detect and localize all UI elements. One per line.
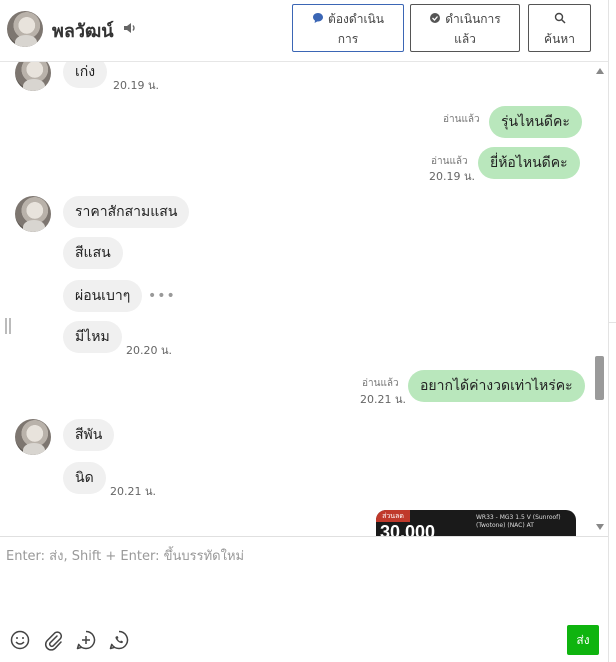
send-button[interactable]: ส่ง <box>567 625 599 655</box>
pending-line1: ต้องดำเนิน <box>328 12 384 26</box>
incoming-message[interactable]: ราคาสักสามแสน <box>63 196 190 228</box>
add-chat-icon[interactable] <box>75 629 97 651</box>
message-list[interactable]: เก่ง 20.19 น. อ่านแล้ว รุ่นไหนดีคะ อ่านแ… <box>0 62 608 536</box>
pending-action-button[interactable]: ต้องดำเนิน การ <box>292 4 404 52</box>
incoming-message[interactable]: นิด <box>63 462 106 494</box>
message-time: 20.19 น. <box>429 170 476 183</box>
contact-name[interactable]: พลวัฒน์ <box>52 16 114 45</box>
message-time: 20.20 น. <box>126 344 173 357</box>
done-line2: แล้ว <box>454 32 476 46</box>
chat-bubble-icon <box>313 13 324 23</box>
resize-handle[interactable] <box>5 318 11 334</box>
panel-divider-tick <box>608 322 616 323</box>
chat-scrollbar[interactable] <box>592 62 608 536</box>
pending-line2: การ <box>337 32 359 46</box>
sender-avatar[interactable] <box>15 196 51 232</box>
sender-avatar[interactable] <box>15 62 51 91</box>
speaker-icon[interactable] <box>122 20 138 36</box>
outgoing-message[interactable]: อยากได้ค่างวดเท่าไหร่คะ <box>408 370 585 402</box>
message-time: 20.19 น. <box>113 79 160 92</box>
chat-header: พลวัฒน์ ต้องดำเนิน การ ดำเนินการ แล้ว ค้… <box>0 0 608 62</box>
image-big-text: 30,000 <box>380 522 436 536</box>
search-icon <box>554 12 566 24</box>
scroll-down-arrow-icon[interactable] <box>596 524 604 530</box>
image-message[interactable]: ส่วนลด 30,000 WR33 - MG3 1.5 V (Sunroof)… <box>376 510 576 536</box>
message-input[interactable] <box>6 545 596 615</box>
incoming-message[interactable]: ผ่อนเบาๆ <box>63 280 143 312</box>
attachment-icon[interactable] <box>42 629 64 651</box>
incoming-message[interactable]: สีแสน <box>63 237 123 269</box>
image-badge: ส่วนลด <box>376 510 410 522</box>
search-label: ค้นหา <box>544 32 575 46</box>
panel-divider <box>608 0 609 662</box>
contact-avatar[interactable] <box>7 11 43 47</box>
read-status: อ่านแล้ว <box>443 114 480 125</box>
message-time: 20.21 น. <box>110 485 157 498</box>
incoming-message[interactable]: สีพัน <box>63 419 115 451</box>
read-status: อ่านแล้ว <box>362 378 399 389</box>
incoming-message[interactable]: เก่ง <box>63 62 108 88</box>
incoming-message[interactable]: มีไหม <box>63 321 122 353</box>
image-caption: WR33 - MG3 1.5 V (Sunroof) (Twotone) (NA… <box>476 514 561 529</box>
message-time: 20.21 น. <box>360 393 407 406</box>
composer: ส่ง <box>0 536 608 662</box>
done-button[interactable]: ดำเนินการ แล้ว <box>410 4 520 52</box>
search-button[interactable]: ค้นหา <box>528 4 591 52</box>
phone-chat-icon[interactable] <box>108 629 130 651</box>
scroll-up-arrow-icon[interactable] <box>596 68 604 74</box>
outgoing-message[interactable]: รุ่นไหนดีคะ <box>489 106 582 138</box>
scroll-thumb[interactable] <box>595 356 604 400</box>
sender-avatar[interactable] <box>15 419 51 455</box>
emoji-icon[interactable] <box>9 629 31 651</box>
outgoing-message[interactable]: ยี่ห้อไหนดีคะ <box>478 147 580 179</box>
done-line1: ดำเนินการ <box>445 12 501 26</box>
chat-check-icon <box>430 13 441 23</box>
more-options-icon[interactable]: ••• <box>148 288 176 304</box>
